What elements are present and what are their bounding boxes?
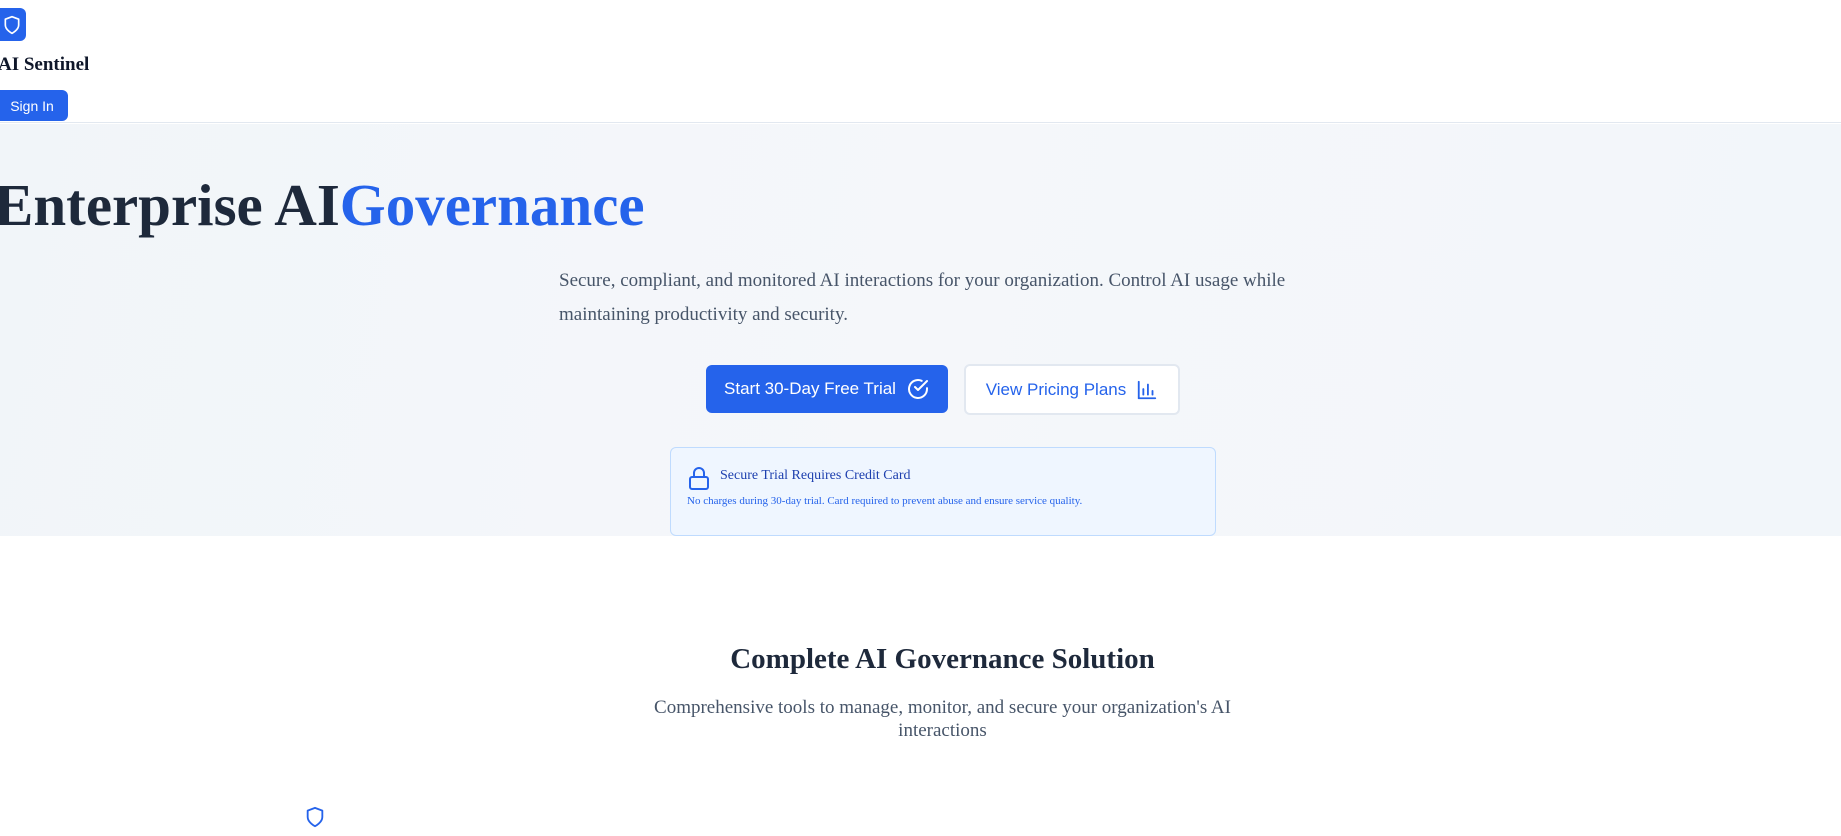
- start-trial-button[interactable]: Start 30-Day Free Trial: [706, 365, 948, 413]
- sign-in-button[interactable]: Sign In: [0, 90, 68, 121]
- shield-icon: [306, 806, 324, 828]
- brand-name[interactable]: AI Sentinel: [0, 54, 89, 76]
- hero-subtitle: Secure, compliant, and monitored AI inte…: [559, 270, 1286, 325]
- lock-icon: [689, 467, 709, 490]
- hero-section: Enterprise AIGovernance Secure, complian…: [0, 124, 1841, 536]
- shield-icon: [4, 15, 20, 34]
- bar-chart-icon: [1138, 380, 1157, 399]
- view-pricing-button[interactable]: View Pricing Plans: [964, 364, 1180, 415]
- features-title: Complete AI Governance Solution: [730, 643, 1155, 675]
- hero-title: Enterprise AIGovernance: [0, 170, 645, 240]
- hero-title-accent: Governance: [339, 172, 645, 238]
- notice-title: Secure Trial Requires Credit Card: [720, 468, 911, 483]
- credit-card-notice: Secure Trial Requires Credit Card No cha…: [670, 447, 1216, 536]
- site-header: AI Sentinel Sign In: [0, 0, 1841, 123]
- notice-text: No charges during 30-day trial. Card req…: [687, 495, 1083, 507]
- features-subtitle: Comprehensive tools to manage, monitor, …: [654, 697, 1231, 741]
- logo[interactable]: [0, 8, 26, 41]
- hero-title-main: Enterprise AI: [0, 172, 340, 238]
- view-pricing-label: View Pricing Plans: [985, 379, 1127, 399]
- check-circle-icon: [908, 379, 928, 399]
- start-trial-label: Start 30-Day Free Trial: [724, 379, 896, 398]
